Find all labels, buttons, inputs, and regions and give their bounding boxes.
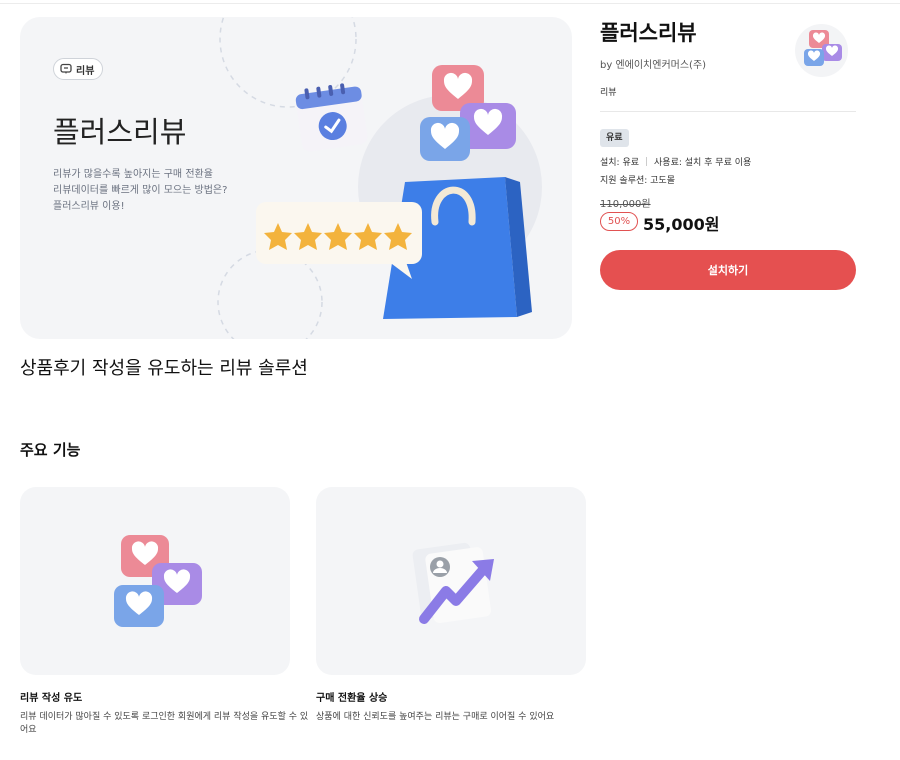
hero-title: 플러스리뷰: [53, 115, 187, 149]
hero-banner: 리뷰 플러스리뷰 리뷰가 많을수록 높아지는 구매 전환율 리뷰데이터를 빠르게…: [20, 17, 572, 339]
vendor-name[interactable]: by 엔에이치엔커머스(주): [600, 56, 706, 71]
category-label: 리뷰: [600, 88, 617, 98]
fee-info: 설치: 유료 사용료: 설치 후 무료 이용: [600, 155, 751, 168]
hero-description-line: 플러스리뷰 이용!: [53, 201, 125, 212]
top-border: [0, 3, 900, 4]
hero-description-line: 리뷰가 많을수록 높아지는 구매 전환율: [53, 169, 213, 180]
feature-title: 구매 전환율 상승: [316, 693, 388, 704]
usage-fee: 사용료: 설치 후 무료 이용: [654, 158, 752, 168]
feature-card-review: [20, 487, 290, 675]
growth-arrow-icon: [412, 542, 494, 624]
discount-badge: 50%: [600, 212, 638, 231]
app-name: 플러스리뷰: [600, 21, 697, 45]
hero-description: 리뷰가 많을수록 높아지는 구매 전환율 리뷰데이터를 빠르게 많이 모으는 방…: [53, 167, 273, 215]
heart-bubbles-icon: [114, 535, 202, 627]
category-badge-label: 리뷰: [76, 65, 95, 77]
feature-title: 리뷰 작성 유도: [20, 693, 83, 704]
original-price: 110,000원: [600, 199, 651, 210]
install-button[interactable]: 설치하기: [600, 250, 856, 290]
app-logo: [795, 24, 848, 77]
feature-description: 리뷰 데이터가 많아질 수 있도록 로그인한 회원에게 리뷰 작성을 유도할 수…: [20, 712, 309, 735]
features-title: 주요 기능: [20, 441, 81, 459]
chat-bubble-icon: [60, 63, 72, 75]
install-fee: 설치: 유료: [600, 158, 640, 168]
app-subtitle: 상품후기 작성을 유도하는 리뷰 솔루션: [20, 358, 308, 379]
feature-description: 상품에 대한 신뢰도를 높여주는 리뷰는 구매로 이어질 수 있어요: [316, 712, 555, 722]
hero-description-line: 리뷰데이터를 빠르게 많이 모으는 방법은?: [53, 185, 228, 196]
paid-badge: 유료: [600, 129, 629, 147]
separator: [646, 157, 648, 166]
feature-card-conversion: [316, 487, 586, 675]
divider: [600, 111, 856, 112]
category-badge: 리뷰: [53, 58, 104, 80]
supported-solution: 지원 솔루션: 고도몰: [600, 176, 675, 186]
sale-price: 55,000원: [643, 215, 720, 234]
